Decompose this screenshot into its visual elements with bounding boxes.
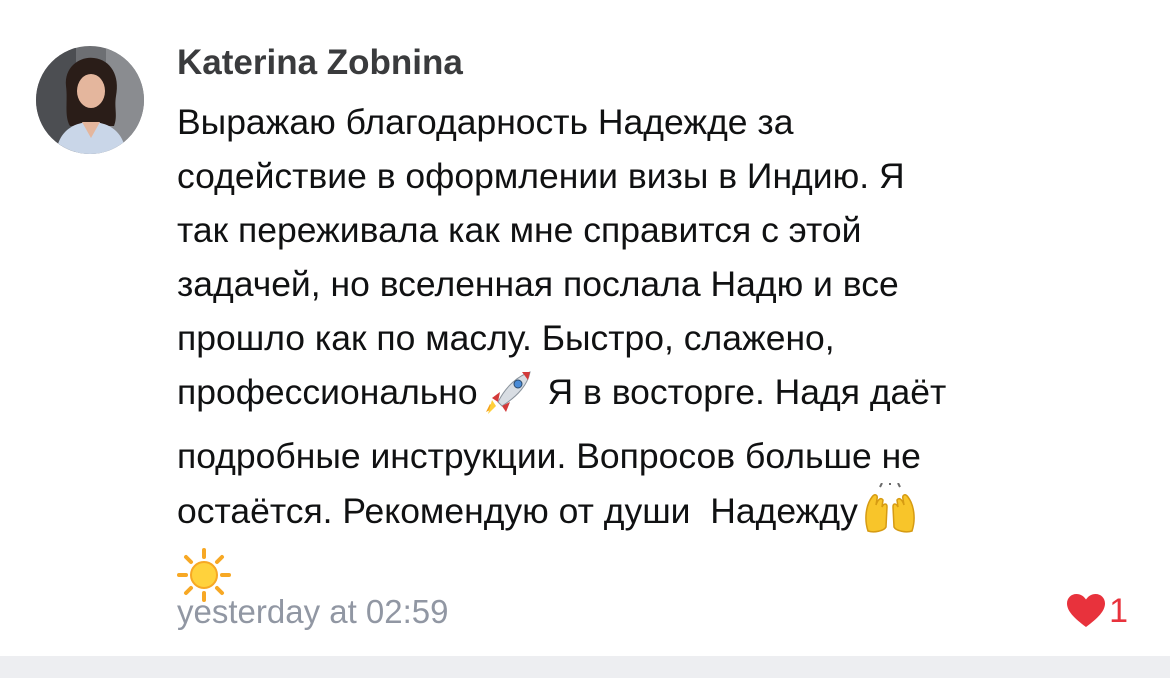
heart-icon <box>1067 594 1106 627</box>
like-count: 1 <box>1109 592 1128 630</box>
comment-item: Katerina Zobnina Выражаю благодарность Н… <box>0 0 1170 656</box>
like-button[interactable]: 1 <box>1066 588 1128 634</box>
avatar[interactable] <box>36 46 144 154</box>
author-name[interactable]: Katerina Zobnina <box>177 40 463 86</box>
rocket-icon <box>482 368 534 429</box>
raising-hands-icon <box>862 481 918 548</box>
comment-text-part-1: Выражаю благодарность Надежде за содейст… <box>177 102 905 412</box>
comment-text: Выражаю благодарность Надежде за содейст… <box>177 95 1137 617</box>
comment-timestamp[interactable]: yesterday at 02:59 <box>177 589 449 635</box>
divider <box>0 656 1170 678</box>
avatar-photo <box>36 46 144 154</box>
